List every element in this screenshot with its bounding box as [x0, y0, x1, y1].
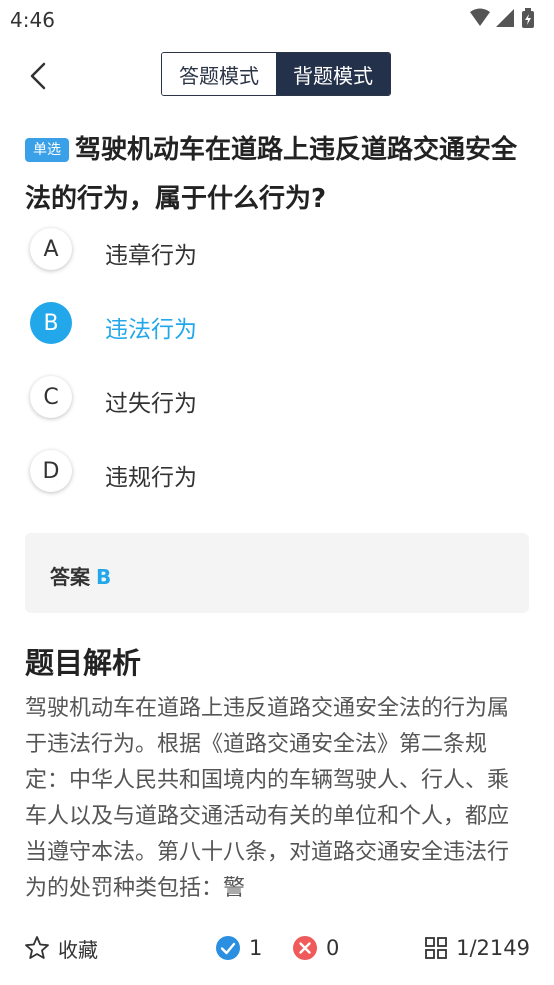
option-d[interactable]: D 违规行为	[30, 448, 450, 496]
correct-count-stat: 1	[215, 934, 262, 962]
check-circle-icon	[216, 936, 240, 960]
answer-label-row: 答案 B	[50, 561, 111, 590]
grid-icon	[425, 937, 448, 959]
question-text-block: 单选 驾驶机动车在道路上违反道路交通安全法的行为，属于什么行为?	[25, 126, 535, 224]
correct-count: 1	[249, 936, 263, 960]
answer-label: 答案	[50, 565, 90, 589]
option-text: 违法行为	[105, 317, 197, 343]
back-button[interactable]	[22, 56, 58, 96]
question-text: 驾驶机动车在道路上违反道路交通安全法的行为，属于什么行为?	[25, 135, 518, 214]
option-letter: B	[30, 302, 72, 344]
wifi-icon	[470, 8, 490, 26]
option-a[interactable]: A 违章行为	[30, 226, 450, 274]
option-c[interactable]: C 过失行为	[30, 374, 450, 422]
tab-memorize-mode[interactable]: 背题模式	[276, 53, 390, 95]
analysis-title: 题目解析	[25, 646, 142, 680]
status-time: 4:46	[10, 8, 55, 32]
mode-toggle: 答题模式 背题模式	[161, 52, 391, 96]
star-icon	[25, 936, 49, 959]
progress-text: 1/2149	[456, 936, 530, 960]
option-text: 违规行为	[105, 465, 197, 491]
tab-answer-mode[interactable]: 答题模式	[162, 53, 276, 95]
status-icons	[470, 8, 534, 28]
favorite-button[interactable]: 收藏	[24, 934, 98, 962]
chevron-left-icon	[30, 62, 46, 90]
answer-box: 答案 B	[25, 533, 529, 613]
option-text: 违章行为	[105, 243, 197, 269]
question-type-badge: 单选	[25, 138, 69, 162]
favorite-label: 收藏	[58, 937, 98, 962]
cross-circle-icon	[293, 936, 317, 960]
option-text: 过失行为	[105, 391, 197, 417]
option-b[interactable]: B 违法行为	[30, 300, 450, 348]
wrong-count: 0	[326, 936, 340, 960]
option-letter: C	[30, 376, 72, 418]
option-letter: A	[30, 228, 72, 270]
battery-icon	[522, 8, 534, 28]
question-progress-button[interactable]: 1/2149	[424, 934, 530, 962]
option-letter: D	[30, 450, 72, 492]
bottom-bar: 收藏 1 0 1/2149	[0, 918, 554, 978]
status-bar: 4:46	[0, 0, 554, 38]
analysis-text: 驾驶机动车在道路上违反道路交通安全法的行为属于违法行为。根据《道路交通安全法》第…	[25, 696, 510, 901]
signal-icon	[496, 9, 514, 27]
answer-value: B	[96, 565, 112, 589]
wrong-count-stat: 0	[292, 934, 339, 962]
